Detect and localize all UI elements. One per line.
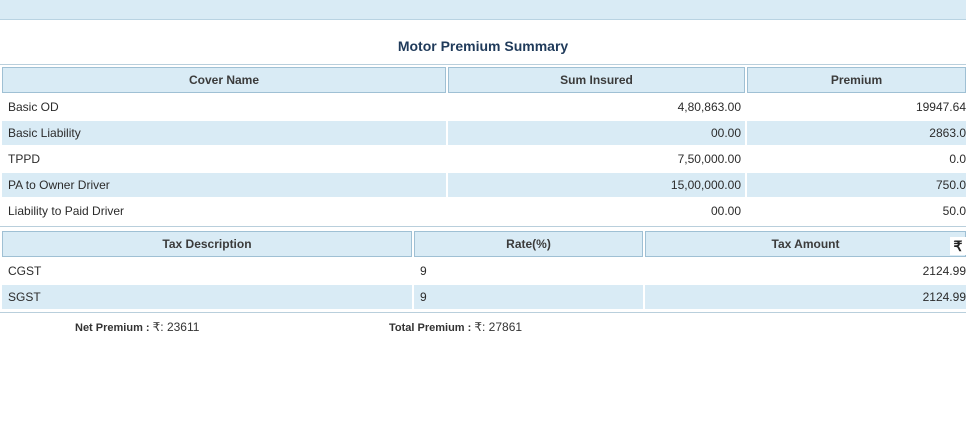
total-premium-label: Total Premium : [389,322,472,334]
sum-insured-cell: 7,50,000.00 [677,152,741,166]
divider [0,64,966,65]
premium-cell: 0.0 [949,152,966,166]
sum-insured-cell: 00.00 [448,121,745,145]
total-premium-value: ₹: 27861 [474,320,523,334]
rupee-icon: ₹ [950,237,966,255]
premium-cell: 750.0 [747,173,966,197]
net-premium-value: ₹: 23611 [152,320,200,334]
divider [0,226,966,227]
premium-cell: 50.0 [942,204,966,218]
cover-name-cell: Basic Liability [2,121,446,145]
cover-name-cell: Liability to Paid Driver [8,204,125,218]
cover-name-cell: TPPD [8,152,41,166]
rate-cell: 9 [414,285,643,309]
cover-name-cell: PA to Owner Driver [2,173,446,197]
total-premium-summary: Total Premium : ₹: 27861 [389,320,522,334]
cover-name-cell: Basic OD [8,100,59,114]
divider [0,312,966,313]
premium-cell: 19947.64 [915,100,966,114]
column-header-tax-amount: Tax Amount [645,231,966,257]
tax-description-cell: CGST [8,264,42,278]
top-bar [0,0,966,20]
column-header-cover-name: Cover Name [2,67,446,93]
tax-amount-cell: 2124.99 [922,264,966,278]
column-header-tax-description: Tax Description [2,231,412,257]
net-premium-summary: Net Premium : ₹: 23611 [75,320,199,334]
tax-amount-cell: 2124.99 [645,285,966,309]
column-header-premium: Premium [747,67,966,93]
page-title: Motor Premium Summary [397,38,569,54]
rate-cell: 9 [420,264,427,278]
sum-insured-cell: 15,00,000.00 [448,173,745,197]
premium-cell: 2863.0 [747,121,966,145]
sum-insured-cell: 00.00 [710,204,741,218]
net-premium-label: Net Premium : [75,322,150,334]
column-header-rate: Rate(%) [414,231,643,257]
column-header-sum-insured: Sum Insured [448,67,745,93]
tax-description-cell: SGST [2,285,412,309]
sum-insured-cell: 4,80,863.00 [677,100,741,114]
